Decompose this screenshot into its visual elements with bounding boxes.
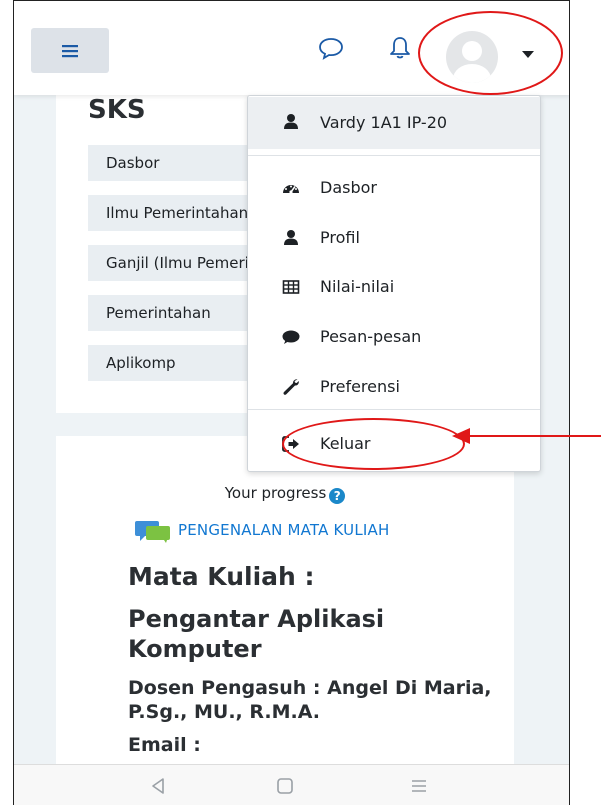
breadcrumb-item-ganjil[interactable]: Ganjil (Ilmu Pemerintahan) bbox=[88, 245, 268, 281]
logout-button[interactable]: Keluar bbox=[248, 425, 540, 465]
menu-item-label: Profil bbox=[320, 228, 360, 247]
home-square-icon[interactable] bbox=[274, 775, 296, 797]
logout-label: Keluar bbox=[320, 434, 371, 453]
chat-bubble-icon[interactable] bbox=[317, 34, 345, 62]
phone-screen: SKS Dasbor Ilmu Pemerintahan Ganjil (Ilm… bbox=[13, 0, 570, 805]
user-name-label: Vardy 1A1 IP-20 bbox=[320, 113, 448, 132]
menu-item-label: Nilai-nilai bbox=[320, 277, 395, 296]
breadcrumb-item-dasbor[interactable]: Dasbor bbox=[88, 145, 268, 181]
top-navbar bbox=[14, 0, 569, 95]
menu-item-label: Preferensi bbox=[320, 377, 400, 396]
menu-item-profil[interactable]: Profil bbox=[248, 219, 540, 259]
forum-icon bbox=[135, 521, 170, 543]
user-menu-header[interactable]: Vardy 1A1 IP-20 bbox=[248, 97, 540, 149]
menu-divider bbox=[248, 409, 540, 410]
progress-indicator: Your progress? bbox=[56, 484, 514, 504]
menu-item-preferensi[interactable]: Preferensi bbox=[248, 368, 540, 408]
section-link-pengenalan[interactable]: PENGENALAN MATA KULIAH bbox=[178, 521, 389, 539]
comment-icon bbox=[282, 330, 300, 344]
progress-label: Your progress bbox=[224, 484, 327, 502]
menu-divider bbox=[248, 155, 540, 156]
grades-table-icon bbox=[282, 280, 300, 294]
user-icon bbox=[284, 230, 298, 245]
breadcrumb-item-ilmu[interactable]: Ilmu Pemerintahan bbox=[88, 195, 268, 231]
course-heading: Mata Kuliah : bbox=[128, 562, 315, 591]
caret-down-icon[interactable] bbox=[522, 51, 534, 58]
menu-item-label: Pesan-pesan bbox=[320, 327, 422, 346]
page-title: SKS bbox=[88, 95, 146, 125]
course-content-card: Your progress? PENGENALAN MATA KULIAH Ma… bbox=[56, 436, 514, 805]
recent-lines-icon[interactable] bbox=[408, 775, 430, 797]
user-icon bbox=[284, 114, 298, 129]
menu-item-pesan[interactable]: Pesan-pesan bbox=[248, 318, 540, 358]
email-heading: Email : bbox=[128, 734, 201, 756]
breadcrumb-item-pemerintahan[interactable]: Pemerintahan bbox=[88, 295, 268, 331]
user-menu-dropdown: Vardy 1A1 IP-20 Dasbor Profil Nilai-nila… bbox=[247, 95, 541, 472]
dashboard-icon bbox=[283, 185, 299, 194]
android-nav-bar bbox=[14, 764, 569, 805]
bell-icon[interactable] bbox=[386, 34, 414, 62]
wrench-icon bbox=[283, 379, 299, 395]
menu-item-label: Dasbor bbox=[320, 178, 377, 197]
breadcrumb-item-aplikomp[interactable]: Aplikomp bbox=[88, 345, 268, 381]
course-name: Pengantar Aplikasi Komputer bbox=[128, 605, 385, 663]
back-triangle-icon[interactable] bbox=[147, 775, 169, 797]
user-avatar-icon[interactable] bbox=[446, 31, 498, 83]
sign-out-icon bbox=[282, 436, 299, 452]
menu-button[interactable] bbox=[31, 28, 109, 73]
help-icon[interactable]: ? bbox=[329, 488, 346, 504]
menu-item-nilai[interactable]: Nilai-nilai bbox=[248, 268, 540, 308]
lecturer-info: Dosen Pengasuh : Angel Di Maria, P.Sg., … bbox=[128, 677, 492, 723]
menu-item-dasbor[interactable]: Dasbor bbox=[248, 169, 540, 209]
hamburger-icon bbox=[62, 44, 78, 57]
